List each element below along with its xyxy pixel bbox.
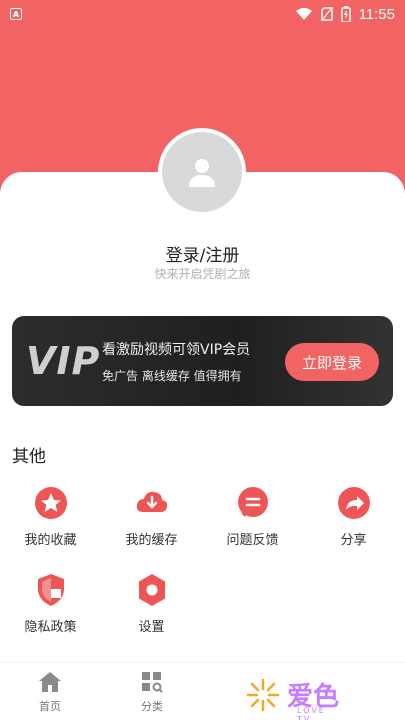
favorites-label: 我的收藏 bbox=[24, 533, 77, 548]
tab-home[interactable]: 首页 bbox=[20, 671, 80, 714]
avatar[interactable] bbox=[158, 128, 246, 216]
settings-item[interactable]: 设置 bbox=[101, 572, 202, 635]
vip-banner[interactable]: VIP 看激励视频可领VIP会员 免广告 离线缓存 值得拥有 立即登录 bbox=[12, 316, 393, 406]
favorites-item[interactable]: 我的收藏 bbox=[0, 485, 101, 548]
shield-icon bbox=[37, 574, 64, 606]
login-subtitle: 快来开启凭剧之旅 bbox=[154, 267, 251, 281]
sim-icon bbox=[320, 7, 333, 21]
feedback-item[interactable]: 问题反馈 bbox=[202, 485, 303, 548]
battery-icon bbox=[340, 6, 351, 22]
watermark-subtext: LOVE TV bbox=[297, 706, 326, 720]
status-bar: A 11:55 bbox=[0, 0, 405, 28]
notification-icon: A bbox=[10, 8, 22, 20]
tab-category[interactable]: 分类 bbox=[122, 671, 182, 714]
home-icon bbox=[39, 672, 61, 692]
privacy-label: 隐私政策 bbox=[24, 620, 77, 635]
message-icon bbox=[237, 487, 268, 517]
snowflake-icon bbox=[246, 678, 280, 711]
share-icon bbox=[337, 487, 370, 519]
vip-benefits: 免广告 离线缓存 值得拥有 bbox=[102, 368, 242, 383]
cloud-download-icon bbox=[136, 491, 167, 512]
tab-category-label: 分类 bbox=[141, 700, 163, 713]
vip-headline: 看激励视频可领VIP会员 bbox=[102, 341, 251, 358]
share-label: 分享 bbox=[340, 533, 367, 548]
category-icon bbox=[142, 672, 163, 693]
settings-label: 设置 bbox=[138, 620, 165, 635]
login-register-link[interactable]: 登录/注册 bbox=[0, 241, 405, 266]
cache-item[interactable]: 我的缓存 bbox=[101, 485, 202, 548]
tab-home-label: 首页 bbox=[39, 700, 61, 713]
bottom-tab-bar: 首页 分类 bbox=[0, 662, 405, 720]
feedback-label: 问题反馈 bbox=[226, 533, 279, 548]
star-icon bbox=[34, 487, 67, 519]
status-time: 11:55 bbox=[358, 5, 395, 23]
user-icon bbox=[189, 159, 215, 187]
cache-label: 我的缓存 bbox=[125, 533, 178, 548]
vip-logo: VIP bbox=[26, 339, 101, 383]
settings-icon bbox=[138, 574, 165, 606]
section-title: 其他 bbox=[12, 447, 46, 467]
privacy-item[interactable]: 隐私政策 bbox=[0, 572, 101, 635]
wifi-icon bbox=[295, 8, 312, 20]
watermark-logo: 爱色 LOVE TV bbox=[245, 676, 339, 720]
login-now-button[interactable]: 立即登录 bbox=[285, 343, 379, 381]
share-item[interactable]: 分享 bbox=[303, 485, 404, 548]
